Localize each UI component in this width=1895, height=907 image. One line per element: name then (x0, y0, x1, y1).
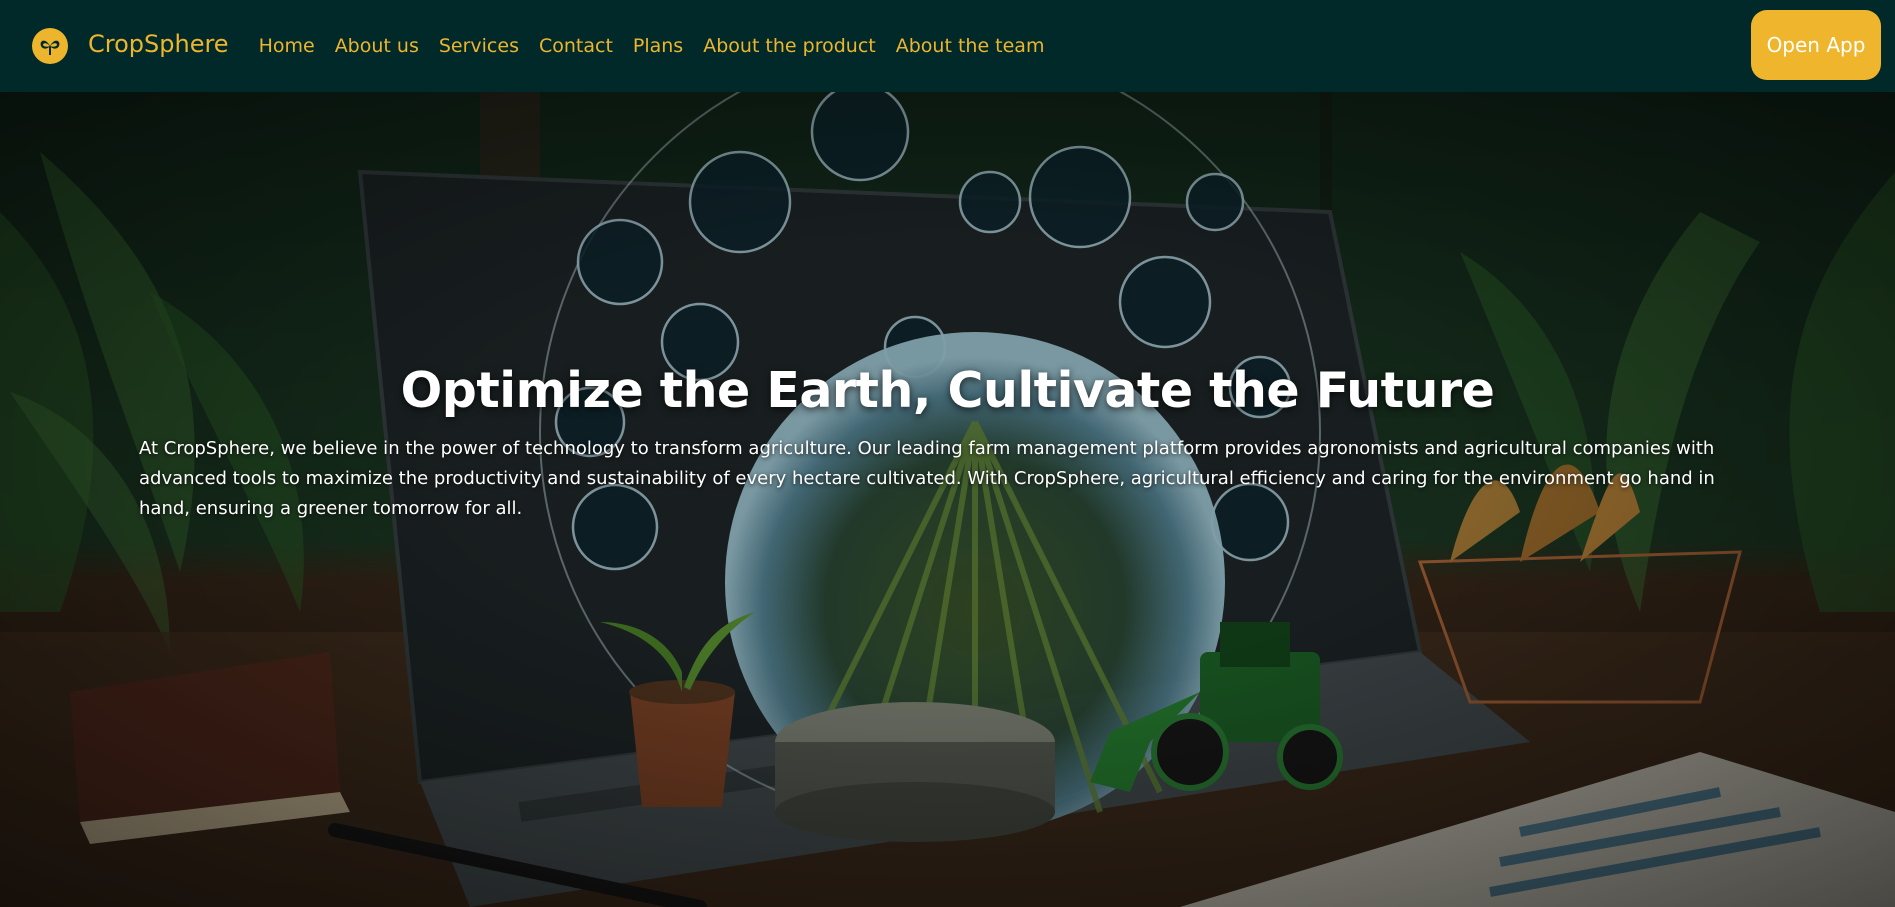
nav-link-plans[interactable]: Plans (633, 35, 683, 57)
nav-link-home[interactable]: Home (259, 35, 315, 57)
sprout-logo-icon[interactable] (32, 28, 68, 64)
hero-section: Optimize the Earth, Cultivate the Future… (0, 92, 1895, 907)
nav-link-contact[interactable]: Contact (539, 35, 613, 57)
nav-link-about-product[interactable]: About the product (703, 35, 876, 57)
hero-description: At CropSphere, we believe in the power o… (139, 438, 1715, 519)
nav-link-about-team[interactable]: About the team (896, 35, 1045, 57)
open-app-button[interactable]: Open App (1751, 10, 1881, 80)
navbar: CropSphere Home About us Services Contac… (0, 0, 1895, 92)
nav-link-about-us[interactable]: About us (335, 35, 419, 57)
brand-name[interactable]: CropSphere (88, 30, 229, 58)
nav-link-services[interactable]: Services (439, 35, 519, 57)
hero-title: Optimize the Earth, Cultivate the Future (400, 362, 1495, 419)
